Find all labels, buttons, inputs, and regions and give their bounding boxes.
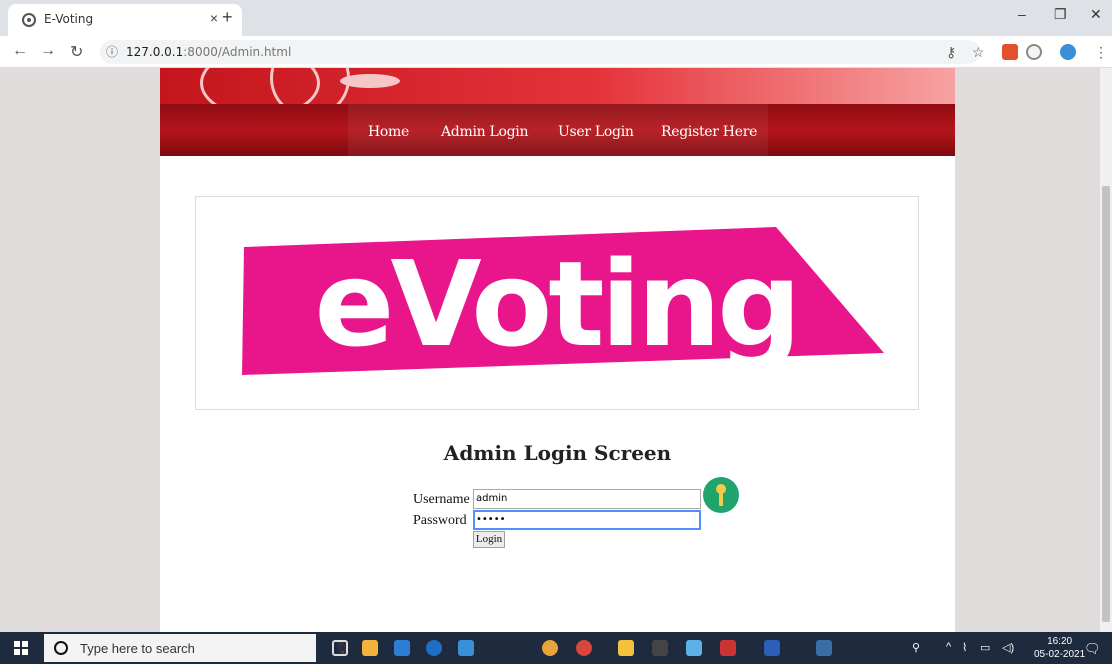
new-tab-icon[interactable]: + <box>222 7 233 28</box>
star-icon[interactable]: ☆ <box>972 44 985 61</box>
people-icon[interactable]: ⚲ <box>912 641 920 654</box>
app-icon[interactable] <box>458 640 474 656</box>
taskbar-search[interactable]: Type here to search 🎙 <box>44 634 349 662</box>
login-button[interactable]: Login <box>473 531 505 548</box>
nav-register-here[interactable]: Register Here <box>661 124 757 140</box>
nav-admin-login[interactable]: Admin Login <box>441 124 528 140</box>
nav-home[interactable]: Home <box>368 124 409 140</box>
menu-icon[interactable]: ⋮ <box>1094 44 1108 61</box>
cortana-icon <box>54 641 68 655</box>
info-icon[interactable]: ⓘ <box>106 43 118 60</box>
volume-icon[interactable]: ◁) <box>1002 641 1014 654</box>
tab-close-icon[interactable]: × <box>210 10 218 26</box>
forward-icon[interactable]: → <box>40 42 56 60</box>
password-label: Password <box>413 513 467 528</box>
task-view-icon[interactable] <box>332 640 348 656</box>
username-input[interactable]: admin <box>473 489 701 509</box>
network-icon[interactable]: ⌇ <box>962 641 967 654</box>
clock-time: 16:20 <box>1047 636 1073 647</box>
main-navbar: Home Admin Login User Login Register Her… <box>160 104 955 156</box>
chrome-favicon-icon <box>22 13 36 27</box>
store-icon[interactable] <box>362 640 378 656</box>
search-placeholder: Type here to search <box>80 641 195 656</box>
window-close-icon[interactable]: ✕ <box>1090 6 1102 23</box>
evoting-logo-box: eVoting <box>195 196 919 410</box>
mail-icon[interactable] <box>394 640 410 656</box>
chrome-icon[interactable] <box>542 640 558 656</box>
username-label: Username <box>413 492 470 507</box>
back-icon[interactable]: ← <box>12 42 28 60</box>
browser-tab-strip: E-Voting × + – ❐ ✕ <box>0 0 1112 36</box>
banner-swirl <box>340 74 400 88</box>
terminal-icon[interactable] <box>652 640 668 656</box>
notification-icon[interactable]: 🗨 <box>1084 641 1101 657</box>
key-icon <box>703 477 739 513</box>
logo-text: eVoting <box>314 235 797 373</box>
page-title: Admin Login Screen <box>443 441 672 465</box>
banner-swirl <box>270 68 350 104</box>
page-container: Home Admin Login User Login Register Her… <box>160 68 955 632</box>
key-icon[interactable]: ⚷ <box>946 44 956 61</box>
battery-icon[interactable]: ▭ <box>980 641 990 654</box>
tray-chevron-icon[interactable]: ^ <box>946 641 951 653</box>
browser-toolbar: ← → ↻ ⓘ 127.0.0.1:8000/Admin.html ⚷ ☆ ⋮ <box>0 36 1112 68</box>
windows-taskbar: Type here to search 🎙 ⚲ ^ ⌇ ▭ ◁) 16:20 0… <box>0 632 1112 664</box>
clock-date: 05-02-2021 <box>1034 649 1086 660</box>
password-input[interactable]: ••••• <box>473 510 701 530</box>
scrollbar-thumb[interactable] <box>1102 186 1110 622</box>
url-text: 127.0.0.1:8000/Admin.html <box>126 45 292 59</box>
browser-tab[interactable]: E-Voting × <box>8 4 242 36</box>
taskbar-clock[interactable]: 16:20 05-02-2021 <box>1034 635 1085 661</box>
restore-icon[interactable]: ❐ <box>1054 6 1067 23</box>
header-banner <box>160 68 955 104</box>
profile-avatar-icon[interactable] <box>1060 44 1076 60</box>
edge-icon[interactable] <box>426 640 442 656</box>
extension-icon[interactable] <box>1026 44 1042 60</box>
windows-start-icon[interactable] <box>14 641 28 655</box>
scrollbar[interactable] <box>1100 68 1112 632</box>
app-icon[interactable] <box>720 640 736 656</box>
file-explorer-icon[interactable] <box>618 640 634 656</box>
nav-user-login[interactable]: User Login <box>558 124 634 140</box>
app-icon[interactable] <box>686 640 702 656</box>
extension-icon[interactable] <box>1002 44 1018 60</box>
word-icon[interactable] <box>764 640 780 656</box>
minimize-icon[interactable]: – <box>1018 6 1026 22</box>
evoting-logo: eVoting <box>242 227 884 375</box>
app-icon[interactable] <box>576 640 592 656</box>
tab-title: E-Voting <box>44 12 94 26</box>
reload-icon[interactable]: ↻ <box>70 42 83 62</box>
python-icon[interactable] <box>816 640 832 656</box>
address-bar[interactable]: ⓘ 127.0.0.1:8000/Admin.html <box>100 40 980 64</box>
